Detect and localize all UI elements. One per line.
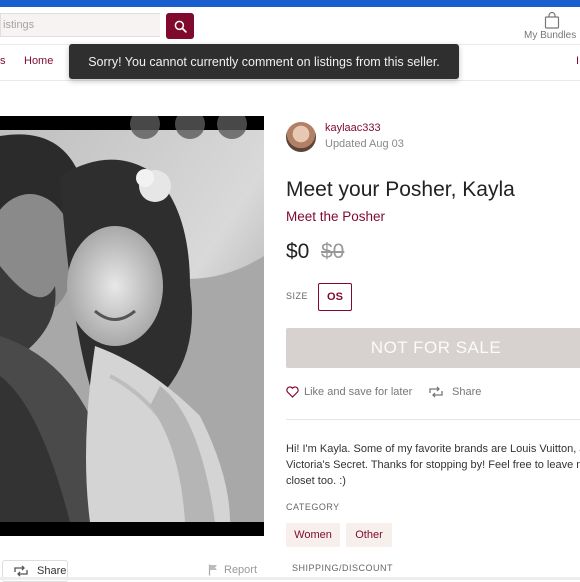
share-button[interactable]: Share [428, 386, 481, 398]
category-chip-other[interactable]: Other [346, 523, 392, 547]
nav-item-home[interactable]: Home [24, 55, 53, 67]
nav-item-cut[interactable]: s [0, 55, 6, 67]
search-button[interactable] [166, 13, 194, 39]
like-label: Like and save for later [304, 386, 413, 398]
meet-the-posher-link[interactable]: Meet the Posher [286, 209, 385, 224]
report-label: Report [224, 564, 258, 576]
listing-price: $0 [286, 240, 310, 263]
share-label: Share [452, 386, 482, 398]
seller-username[interactable]: kaylaac333 [325, 122, 381, 134]
size-option[interactable]: OS [318, 283, 352, 311]
photo-share-label: Share [37, 565, 67, 577]
category-chip-women[interactable]: Women [286, 523, 340, 547]
original-price: $0 [321, 240, 345, 263]
size-label: SIZE [286, 291, 309, 301]
search-bar [0, 13, 194, 39]
heart-icon [286, 386, 299, 398]
section-divider [286, 419, 580, 420]
shipping-discount-label: SHIPPING/DISCOUNT [292, 563, 394, 573]
my-bundles-label: My Bundles [524, 30, 577, 41]
search-input[interactable] [0, 13, 160, 37]
listing-description: Hi! I'm Kayla. Some of my favorite brand… [286, 443, 580, 487]
listing-photo[interactable] [0, 116, 264, 536]
flag-icon [208, 564, 217, 576]
report-link[interactable]: Report [208, 564, 257, 576]
share-icon [429, 386, 443, 398]
toast-message: Sorry! You cannot currently comment on l… [88, 54, 440, 69]
category-label: CATEGORY [286, 502, 340, 512]
shopping-bag-icon [544, 12, 560, 29]
updated-date: Updated Aug 03 [325, 138, 404, 150]
search-icon [174, 20, 187, 33]
seller-avatar[interactable] [286, 122, 316, 152]
my-bundles-link[interactable]: My Bundles [524, 12, 580, 42]
error-toast: Sorry! You cannot currently comment on l… [69, 44, 459, 79]
browser-top-bar [0, 0, 580, 7]
listing-title: Meet your Posher, Kayla [286, 178, 515, 201]
share-icon [14, 565, 28, 577]
nav-divider [0, 80, 580, 81]
nav-item-cut-right[interactable]: I [576, 55, 579, 67]
like-button[interactable]: Like and save for later [286, 386, 412, 398]
not-for-sale-button[interactable]: NOT FOR SALE [286, 328, 580, 368]
couple-photo-image [0, 130, 264, 522]
